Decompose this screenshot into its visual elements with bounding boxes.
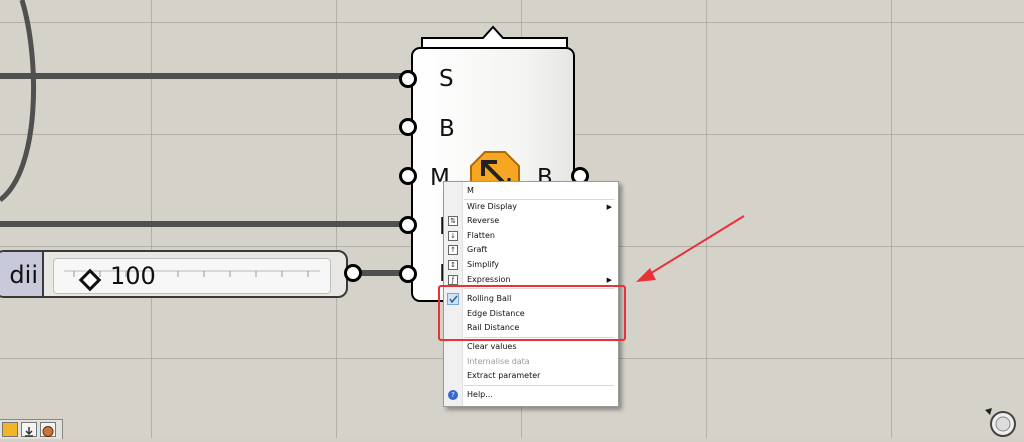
input-label-b: B [439,116,455,142]
flatten-icon: ↓ [448,231,458,241]
slider-output-pin[interactable] [344,264,362,282]
input-pin-r[interactable] [399,265,417,283]
slider-track[interactable]: 100 [53,258,331,294]
menu-separator [464,385,614,386]
reverse-icon: ⇅ [448,216,458,226]
submenu-arrow-icon: ▶ [606,203,612,211]
menu-item-wire-display[interactable]: Wire Display ▶ [444,200,618,214]
menu-item-simplify[interactable]: ↕ Simplify [444,258,618,272]
menu-item-extract-parameter[interactable]: Extract parameter [444,369,618,383]
preview-icon[interactable] [2,422,18,437]
simplify-icon: ↕ [448,260,458,270]
slider-value: 100 [110,262,156,290]
help-icon: ? [448,390,458,400]
grasshopper-canvas[interactable]: S B M E R B dii [0,0,1024,439]
annotation-arrow-line [647,215,745,276]
input-pin-b[interactable] [399,118,417,136]
download-icon[interactable] [21,422,37,437]
menu-item-clear-values[interactable]: Clear values [444,340,618,354]
annotation-arrow-head [636,268,656,282]
menu-item-internalise-data: Internalise data [467,357,530,366]
number-slider[interactable]: dii 100 [0,250,348,298]
input-pin-s[interactable] [399,70,417,88]
wire-curve[interactable] [0,0,37,202]
menu-item-help[interactable]: ? Help... [444,388,618,402]
input-pin-e[interactable] [399,216,417,234]
graft-icon: ↑ [448,245,458,255]
menu-title: M [467,186,474,195]
expression-icon: ƒ [448,275,458,285]
canvas-navigator-icon[interactable] [983,404,1017,438]
menu-item-flatten[interactable]: ↓ Flatten [444,229,618,243]
bottom-toolbar [0,419,63,439]
annotation-highlight-box [438,285,626,341]
input-pin-m[interactable] [399,167,417,185]
menu-item-reverse[interactable]: ⇅ Reverse [444,214,618,228]
slider-name: dii [0,252,44,296]
input-label-s: S [439,66,454,92]
menu-item-graft[interactable]: ↑ Graft [444,243,618,257]
solver-icon[interactable] [40,422,56,437]
